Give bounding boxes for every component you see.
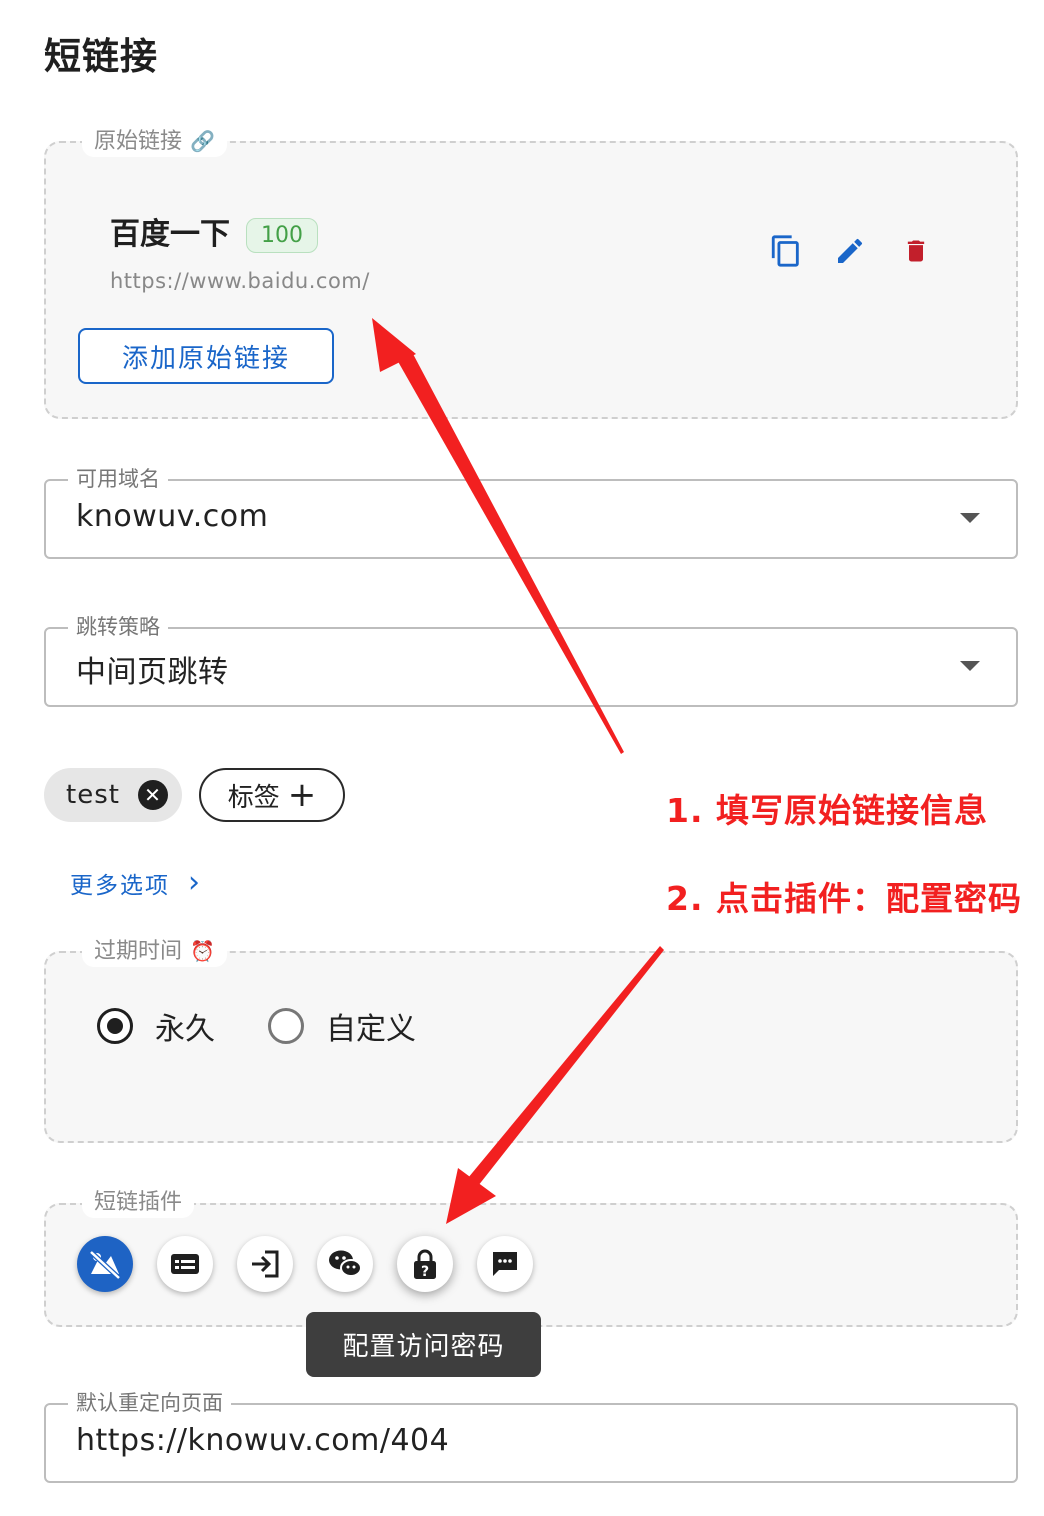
original-link-section: 原始链接 🔗 百度一下 100 https://www.baidu.com/ 添加原… (44, 126, 1018, 419)
card-icon (171, 1254, 199, 1274)
lock-question-icon: ? (414, 1249, 436, 1280)
alarm-clock-icon: ⏰ (190, 939, 215, 963)
no-ads-plugin-button[interactable] (77, 1236, 133, 1292)
login-plugin-button[interactable] (237, 1236, 293, 1292)
plus-icon: + (287, 775, 317, 815)
link-weight-badge: 100 (246, 218, 318, 253)
password-plugin-button[interactable]: ? (397, 1236, 453, 1292)
redirect-strategy-label: 跳转策略 (68, 613, 168, 641)
radio-permanent[interactable]: 永久 (97, 1004, 215, 1048)
message-icon (493, 1252, 517, 1276)
no-ads-icon (89, 1250, 121, 1280)
link-item-url: https://www.baidu.com/ (110, 269, 370, 293)
message-plugin-button[interactable] (477, 1236, 533, 1292)
original-link-legend-text: 原始链接 (94, 129, 183, 154)
plugins-legend: 短链插件 (82, 1188, 195, 1218)
radio-permanent-label: 永久 (155, 1012, 215, 1047)
more-options-label: 更多选项 (70, 873, 170, 899)
close-icon[interactable]: ✕ (138, 780, 168, 810)
dropdown-arrow-icon (960, 513, 980, 523)
domain-select-label: 可用域名 (68, 465, 168, 493)
wechat-icon (329, 1250, 362, 1277)
default-redirect-input[interactable]: 默认重定向页面 https://knowuv.com/404 (44, 1389, 1018, 1483)
dropdown-arrow-icon (960, 661, 980, 671)
link-item-title: 百度一下 (110, 217, 230, 252)
svg-text:?: ? (421, 1264, 429, 1280)
original-link-legend: 原始链接 🔗 (82, 126, 227, 157)
annotation-step-2: 2. 点击插件：配置密码 (666, 879, 1022, 918)
tag-chip-label: test (66, 780, 120, 810)
page-title: 短链接 (44, 35, 158, 78)
wechat-plugin-button[interactable] (317, 1236, 373, 1292)
chevron-right-icon: › (188, 865, 202, 900)
radio-custom[interactable]: 自定义 (268, 1004, 416, 1048)
add-tag-label: 标签 (227, 782, 280, 813)
redirect-strategy-value: 中间页跳转 (76, 655, 229, 690)
tag-chip: test ✕ (44, 768, 182, 822)
link-icon: 🔗 (190, 129, 215, 153)
copy-icon[interactable] (766, 231, 806, 271)
default-redirect-value: https://knowuv.com/404 (76, 1423, 450, 1458)
delete-icon[interactable] (896, 231, 936, 271)
redirect-strategy-select[interactable]: 跳转策略 中间页跳转 (44, 613, 1018, 707)
add-original-link-button[interactable]: 添加原始链接 (78, 328, 334, 384)
login-icon (252, 1250, 279, 1278)
default-redirect-label: 默认重定向页面 (68, 1389, 231, 1417)
domain-select[interactable]: 可用域名 knowuv.com (44, 465, 1018, 559)
link-item: 百度一下 100 (110, 209, 318, 257)
password-plugin-tooltip: 配置访问密码 (306, 1312, 541, 1377)
edit-icon[interactable] (830, 231, 870, 271)
expiration-legend: 过期时间 ⏰ (82, 936, 227, 967)
more-options-link[interactable]: 更多选项 › (70, 866, 202, 900)
add-tag-button[interactable]: 标签 + (199, 768, 345, 822)
expiration-legend-text: 过期时间 (94, 939, 183, 964)
annotation-step-1: 1. 填写原始链接信息 (666, 791, 988, 830)
card-plugin-button[interactable] (157, 1236, 213, 1292)
radio-unchecked-icon (268, 1008, 304, 1044)
domain-select-value: knowuv.com (76, 499, 269, 534)
radio-checked-icon (97, 1008, 133, 1044)
radio-custom-label: 自定义 (326, 1012, 416, 1047)
